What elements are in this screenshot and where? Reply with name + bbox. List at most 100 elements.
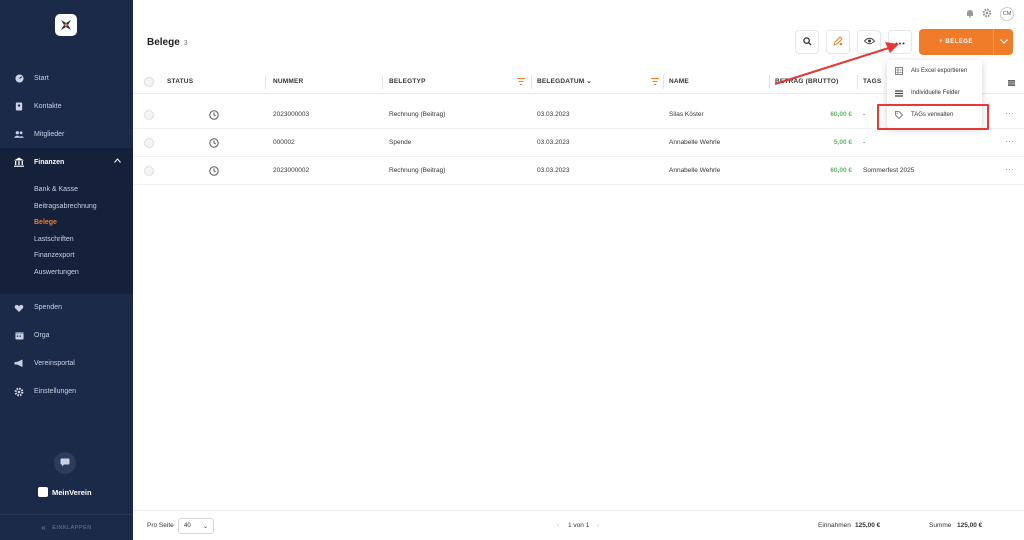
add-beleg-dropdown-toggle[interactable]	[993, 29, 1013, 55]
cell-betrag: 5,00 €	[833, 139, 852, 146]
column-separator	[769, 75, 770, 89]
per-page-label: Pro Seite	[147, 522, 174, 529]
income-label: Einnahmen	[818, 522, 851, 529]
sidebar-item-start[interactable]: Start	[0, 64, 133, 92]
select-all-checkbox[interactable]	[144, 77, 154, 87]
collapse-sidebar-button[interactable]: « EINKLAPPEN	[0, 514, 133, 540]
topbar-icons: CM	[966, 7, 1014, 21]
dashboard-icon	[14, 73, 24, 83]
sidebar-item-kontakte[interactable]: Kontakte	[0, 92, 133, 120]
cell-name: Annabelle Wehrle	[669, 139, 721, 146]
cell-belegtyp: Rechnung (Beitrag)	[389, 111, 446, 118]
clock-icon	[209, 138, 219, 150]
app: Start Kontakte Mitglieder Finanzen Bank …	[0, 0, 1024, 540]
sum-value: 125,00 €	[957, 522, 983, 529]
table-row[interactable]: 000002 Spende 03.03.2023 Annabelle Wehrl…	[133, 129, 1024, 157]
megaphone-icon	[14, 359, 24, 369]
app-logo[interactable]	[55, 14, 77, 36]
avatar[interactable]: CM	[1000, 7, 1014, 21]
menu-item-label: Als Excel exportieren	[911, 68, 968, 74]
bell-icon[interactable]	[966, 9, 974, 20]
sidebar-subitem-beitragsabrechnung[interactable]: Beitragsabrechnung	[0, 199, 133, 216]
column-header-nummer[interactable]: NUMMER	[273, 70, 303, 94]
collapse-label: EINKLAPPEN	[52, 524, 92, 531]
brand: MeinVerein	[38, 487, 92, 497]
row-more-icon[interactable]: ···	[1005, 101, 1014, 125]
column-header-name[interactable]: NAME	[669, 70, 689, 94]
sidebar-subitem-belege[interactable]: Belege	[0, 215, 133, 232]
cell-nummer: 000002	[273, 139, 295, 146]
row-checkbox[interactable]	[144, 138, 154, 148]
per-page-select[interactable]: 40 ⌄	[178, 518, 214, 534]
pagination-text: 1 von 1	[568, 522, 590, 529]
sidebar-item-label: Start	[34, 74, 49, 82]
menu-item-label: Individuelle Felder	[911, 90, 960, 96]
clock-icon	[209, 110, 219, 122]
list-icon	[895, 89, 903, 97]
cell-betrag: 60,00 €	[830, 111, 852, 118]
column-header-belegtyp[interactable]: BELEGTYP	[389, 70, 426, 94]
cell-nummer: 2023000003	[273, 111, 310, 118]
bank-icon	[14, 157, 24, 167]
add-beleg-button[interactable]: + BELEGE	[919, 29, 1013, 55]
table-footer: Pro Seite 40 ⌄ ‹ 1 von 1 › Einnahmen 125…	[133, 510, 1024, 540]
sidebar-subitem-finanzexport[interactable]: Finanzexport	[0, 248, 133, 265]
sidebar-item-finanzen[interactable]: Finanzen	[0, 148, 133, 176]
brand-logo-icon	[38, 487, 48, 497]
chat-button[interactable]	[54, 452, 76, 474]
cell-nummer: 2023000002	[273, 167, 310, 174]
cell-betrag: 60,00 €	[830, 167, 852, 174]
income-value: 125,00 €	[855, 522, 881, 529]
row-checkbox[interactable]	[144, 166, 154, 176]
annotation-highlight-box	[877, 104, 989, 130]
sum-label: Summe	[929, 522, 952, 529]
prev-page-icon[interactable]: ‹	[557, 511, 559, 540]
sidebar-item-label: Mitglieder	[34, 130, 65, 138]
filter-icon[interactable]	[651, 78, 659, 87]
cell-belegtyp: Spende	[389, 139, 412, 146]
sidebar-item-label: Vereinsportal	[34, 360, 75, 368]
sidebar-item-label: Finanzen	[34, 158, 65, 166]
page-title-text: Belege	[147, 37, 180, 48]
sidebar: Start Kontakte Mitglieder Finanzen Bank …	[0, 0, 133, 540]
cell-tags: -	[863, 111, 866, 118]
cell-belegdatum: 03.03.2023	[537, 111, 570, 118]
sidebar-nav: Start Kontakte Mitglieder Finanzen Bank …	[0, 64, 133, 406]
cell-name: Silas Köster	[669, 111, 704, 118]
sidebar-subitem-bank-kasse[interactable]: Bank & Kasse	[0, 182, 133, 199]
sidebar-item-orga[interactable]: Orga	[0, 322, 133, 350]
sidebar-item-vereinsportal[interactable]: Vereinsportal	[0, 350, 133, 378]
clock-icon	[209, 166, 219, 178]
sidebar-subitem-lastschriften[interactable]: Lastschriften	[0, 232, 133, 249]
page-title: Belege 3	[147, 37, 188, 48]
column-separator	[531, 75, 532, 89]
row-more-icon[interactable]: ···	[1005, 157, 1014, 181]
sidebar-item-mitglieder[interactable]: Mitglieder	[0, 120, 133, 148]
column-header-belegdatum-label: BELEGDATUM	[537, 78, 585, 85]
column-header-belegdatum[interactable]: BELEGDATUM ⌄	[537, 70, 592, 94]
next-page-icon[interactable]: ›	[597, 511, 599, 540]
row-more-icon[interactable]: ···	[1005, 129, 1014, 153]
sidebar-item-einstellungen[interactable]: Einstellungen	[0, 378, 133, 406]
chevron-down-icon: ⌄	[202, 523, 208, 530]
page-title-count: 3	[183, 40, 188, 47]
cell-tags: -	[863, 139, 866, 146]
cell-belegdatum: 03.03.2023	[537, 167, 570, 174]
users-icon	[14, 129, 24, 139]
brand-name: MeinVerein	[52, 487, 92, 497]
filter-icon[interactable]	[517, 78, 525, 87]
column-header-status[interactable]: STATUS	[167, 70, 193, 94]
column-settings-icon[interactable]	[1008, 79, 1015, 88]
settings-gear-icon[interactable]	[982, 8, 992, 20]
calendar-icon	[14, 331, 24, 341]
donation-icon	[14, 303, 24, 313]
table-row[interactable]: 2023000002 Rechnung (Beitrag) 03.03.2023…	[133, 157, 1024, 185]
row-checkbox[interactable]	[144, 110, 154, 120]
chevron-up-icon	[114, 158, 121, 165]
column-separator	[663, 75, 664, 89]
sidebar-item-label: Einstellungen	[34, 388, 77, 396]
sidebar-subitem-auswertungen[interactable]: Auswertungen	[0, 265, 133, 282]
cell-name: Annabelle Wehrle	[669, 167, 721, 174]
sidebar-item-spenden[interactable]: Spenden	[0, 294, 133, 322]
double-chevron-left-icon: «	[41, 523, 47, 532]
